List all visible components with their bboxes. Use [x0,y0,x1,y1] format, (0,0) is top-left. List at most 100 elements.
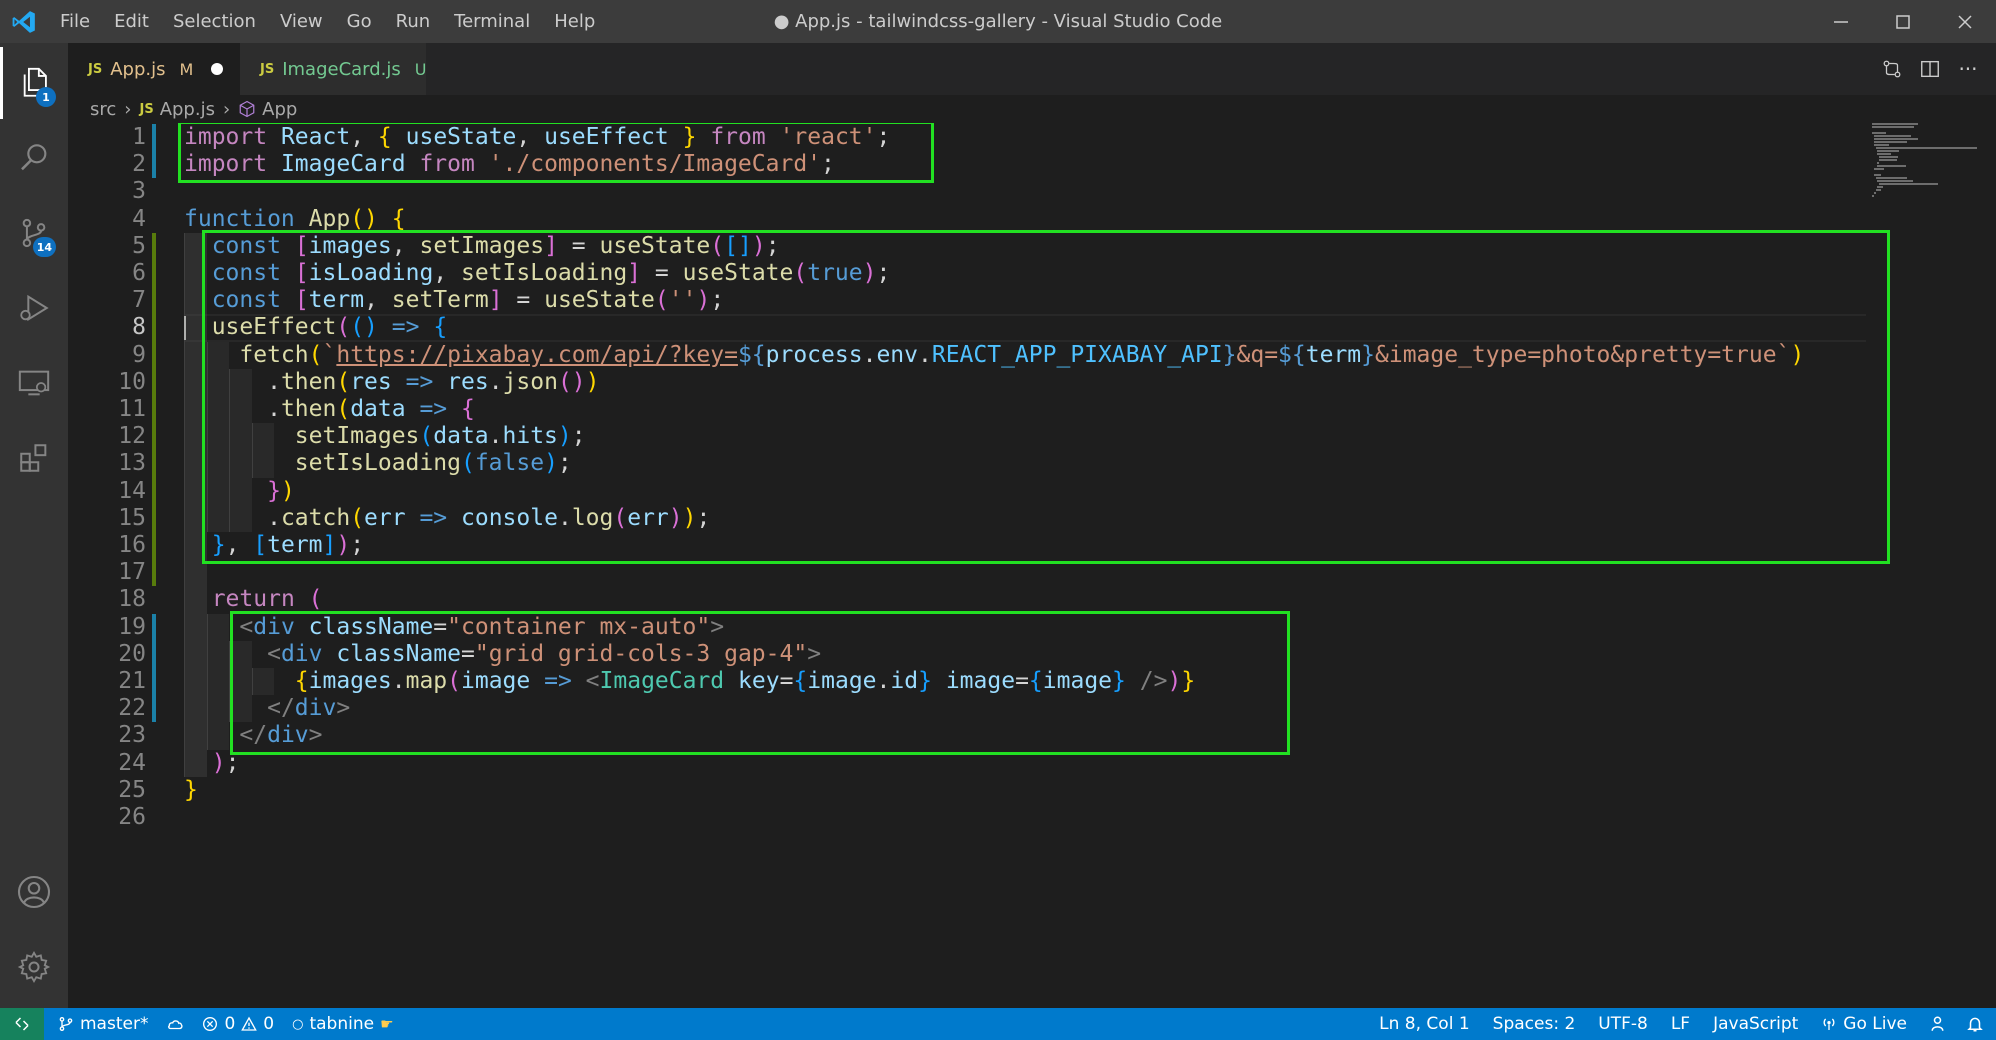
menu-go[interactable]: Go [335,0,384,43]
minimap-line [1873,138,1918,140]
maximize-button[interactable] [1872,0,1934,43]
minimap-line [1879,159,1898,161]
breadcrumb-file[interactable]: App.js [160,99,215,120]
minimap[interactable] [1872,123,1982,203]
git-gutter-indicator[interactable] [152,232,156,587]
minimap-line [1877,165,1907,167]
line-number: 19 [118,613,146,640]
line-number: 22 [118,695,146,722]
tab-label: ImageCard.js [282,58,401,80]
extensions-button[interactable] [0,422,68,494]
git-modified-indicator: M [179,59,194,79]
code-area[interactable]: import React, { useState, useEffect } fr… [178,123,1890,1008]
menu-terminal[interactable]: Terminal [442,0,542,43]
gear-icon [17,950,51,984]
vertical-scrollbar[interactable] [1982,123,1996,1008]
explorer-badge: 1 [36,87,56,107]
minimap-line [1872,123,1918,125]
close-window-button[interactable] [1934,0,1996,43]
minimap-line [1877,150,1899,152]
remote-indicator-button[interactable] [0,1008,44,1040]
source-control-button[interactable]: 14 [0,197,68,269]
branch-name: master* [80,1014,149,1034]
editor-tab-bar: JS App.js M JS ImageCard.js U ··· [68,43,1996,95]
problems-button[interactable]: 0 0 [193,1008,283,1040]
more-actions-button[interactable]: ··· [1956,57,1980,81]
minimap-line [1877,186,1883,188]
tab-imagecard-js[interactable]: JS ImageCard.js U [240,43,427,95]
vscode-logo-icon [0,0,48,43]
eol-button[interactable]: LF [1657,1008,1699,1040]
warning-icon [241,1016,258,1031]
remote-explorer-button[interactable] [0,347,68,419]
git-untracked-indicator: U [414,59,427,79]
indentation-button[interactable]: Spaces: 2 [1479,1008,1585,1040]
tabnine-status-icon: ○ [292,1016,304,1032]
window-controls [1810,0,1996,43]
line-number: 2 [132,151,146,178]
remote-icon [15,1017,29,1031]
line-number: 7 [132,287,146,314]
tabnine-button[interactable]: ○ tabnine ☛ [283,1008,402,1040]
manage-button[interactable] [0,931,68,1003]
explorer-button[interactable]: 1 [0,47,68,119]
language-mode-button[interactable]: JavaScript [1699,1008,1807,1040]
line-number: 25 [118,776,146,803]
highlight-box [230,610,1290,755]
minimap-line [1872,126,1915,128]
minimap-line [1873,168,1884,170]
line-number-gutter: 1 2 3 4 5 6 7 8 9 10 11 12 13 14 15 16 17 18 19 20 21 22 23 24 2… [68,123,156,1008]
line-number: 21 [118,668,146,694]
minimize-button[interactable] [1810,0,1872,43]
minimap-line [1879,156,1899,158]
line-number: 13 [118,450,146,477]
menu-edit[interactable]: Edit [102,0,161,43]
code-editor[interactable]: 1 2 3 4 5 6 7 8 9 10 11 12 13 14 15 16 17 18 19 20 21 22 23 24 2… [68,123,1996,1008]
minimap-line [1872,195,1874,197]
line-number: 26 [118,804,146,830]
menu-run[interactable]: Run [384,0,443,43]
git-gutter-indicator[interactable] [152,613,156,723]
menu-file[interactable]: File [48,0,102,43]
line-number: 17 [118,559,146,586]
js-file-icon: JS [260,61,275,77]
split-editor-icon [1921,60,1939,78]
chevron-right-icon: › [124,98,132,120]
text-cursor [184,316,186,340]
notifications-button[interactable] [1957,1008,1996,1040]
minimap-line [1875,189,1881,191]
git-branch-button[interactable]: master* [44,1008,157,1040]
split-editor-button[interactable] [1918,57,1942,81]
search-button[interactable] [0,122,68,194]
sync-button[interactable] [157,1008,193,1040]
menu-help[interactable]: Help [542,0,607,43]
chevron-right-icon: › [222,98,231,120]
git-gutter-indicator[interactable] [152,124,156,179]
line-number: 5 [132,232,146,259]
open-changes-button[interactable] [1880,57,1904,81]
menu-view[interactable]: View [268,0,335,43]
line-number: 15 [118,504,146,531]
feedback-button[interactable] [1916,1008,1957,1040]
error-icon [203,1017,218,1031]
line-number: 12 [118,423,146,450]
highlight-box [202,229,1890,565]
line-number: 16 [118,532,146,558]
unsaved-dot-icon[interactable] [211,63,224,75]
go-live-button[interactable]: Go Live [1807,1008,1916,1040]
tab-app-js[interactable]: JS App.js M [68,43,240,95]
run-debug-button[interactable] [0,272,68,344]
line-number: 20 [118,640,146,667]
pointing-hand-icon: ☛ [380,1015,394,1033]
line-number: 10 [118,368,146,395]
cursor-position-button[interactable]: Ln 8, Col 1 [1370,1008,1479,1040]
cloud-sync-icon [168,1020,184,1030]
minimap-line [1873,174,1881,176]
status-bar-right: Ln 8, Col 1 Spaces: 2 UTF-8 LF JavaScrip… [1370,1008,1996,1040]
breadcrumb-symbol[interactable]: App [262,99,297,120]
maximize-icon [1896,14,1910,29]
accounts-button[interactable] [0,856,68,928]
breadcrumb-folder[interactable]: src [90,99,116,120]
encoding-button[interactable]: UTF-8 [1584,1008,1657,1040]
menu-selection[interactable]: Selection [161,0,268,43]
